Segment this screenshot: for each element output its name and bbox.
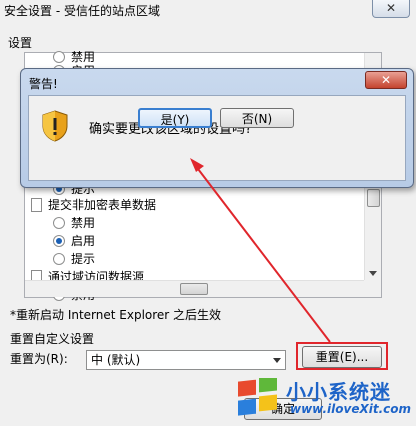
radio-unchecked-icon[interactable] [53, 51, 65, 63]
tree-option-item[interactable]: 提示 [53, 251, 95, 267]
restart-note: *重新启动 Internet Explorer 之后生效 [10, 308, 222, 322]
horizontal-scrollbar[interactable] [25, 280, 365, 297]
tree-item-label: 提交非加密表单数据 [48, 198, 157, 212]
watermark-name: 小小系统迷 [286, 380, 391, 404]
warning-close-button[interactable]: ✕ [365, 71, 407, 89]
no-button[interactable]: 否(N) [220, 108, 294, 128]
warning-title: 警告! [29, 77, 58, 91]
radio-unchecked-icon[interactable] [53, 253, 65, 265]
dialog-title: 安全设置 - 受信任的站点区域 [4, 4, 160, 18]
watermark: 小小系统迷 www.iloveXit.com [228, 370, 416, 426]
warning-body: 确实要更改该区域的设置吗? [28, 95, 406, 181]
reset-group-title: 重置自定义设置 [10, 332, 95, 346]
reset-to-label: 重置为(R): [10, 352, 68, 366]
dialog-close-button[interactable]: ✕ [372, 0, 410, 18]
settings-group-label: 设置 [8, 36, 33, 50]
yes-button[interactable]: 是(Y) [138, 108, 212, 128]
radio-unchecked-icon[interactable] [53, 217, 65, 229]
tree-item-label: 禁用 [71, 216, 96, 230]
security-settings-dialog: 安全设置 - 受信任的站点区域 ✕ 设置 禁用启用提示提交非加密表单数据禁用启用… [0, 0, 416, 426]
reset-level-select[interactable]: 中 (默认) [86, 350, 286, 370]
reset-level-value: 中 (默认) [91, 353, 141, 367]
tree-setting-item[interactable]: 提交非加密表单数据 [31, 197, 156, 213]
scroll-corner [364, 280, 381, 297]
tree-item-label: 禁用 [71, 50, 96, 64]
annotation-highlight-box [296, 342, 388, 370]
radio-checked-icon[interactable] [53, 235, 65, 247]
tree-option-item[interactable]: 禁用 [53, 215, 95, 231]
chevron-down-icon[interactable] [273, 358, 281, 363]
horizontal-scroll-thumb[interactable] [180, 283, 208, 295]
document-icon [31, 198, 42, 212]
tree-item-label: 启用 [71, 234, 96, 248]
tree-item-label: 提示 [71, 252, 96, 266]
vertical-scroll-thumb[interactable] [367, 189, 380, 207]
tree-option-item[interactable]: 启用 [53, 233, 95, 249]
watermark-url: www.iloveXit.com [290, 402, 412, 416]
warning-dialog: 警告! ✕ 确实要更改该区域的设置吗? [20, 68, 414, 188]
windows-logo-icon [238, 378, 277, 416]
shield-warning-icon [42, 110, 68, 142]
scroll-down-icon[interactable] [369, 271, 377, 276]
